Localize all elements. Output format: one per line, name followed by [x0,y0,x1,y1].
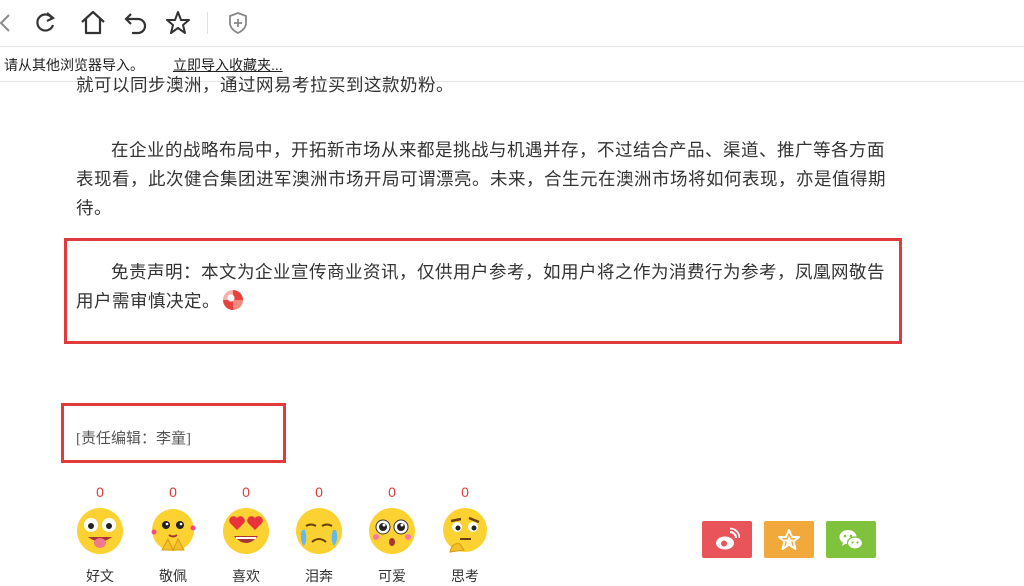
mood-tears[interactable]: 0 泪奔 [293,484,345,586]
import-favorites-link[interactable]: 立即导入收藏夹... [173,55,283,75]
mood-count: 0 [169,484,177,500]
article-paragraph: 在企业的战略布局中，开拓新市场从来都是挑战与机遇并存，不过结合产品、渠道、推广等… [76,140,886,218]
mood-count: 0 [315,484,323,500]
editor-credit: [责任编辑：李童] [76,431,191,447]
ifeng-logo-icon [223,290,243,310]
home-icon[interactable] [79,9,107,37]
mood-label: 可爱 [378,568,406,584]
admire-emoji-icon [151,509,196,552]
mood-cute[interactable]: 0 可爱 [366,484,418,586]
mood-count: 0 [388,484,396,500]
cute-emoji-icon [369,508,415,554]
thinking-emoji-icon [443,508,487,553]
star-icon[interactable] [164,9,192,37]
mood-like[interactable]: 0 喜欢 [220,484,272,586]
undo-icon[interactable] [122,9,150,37]
mood-count: 0 [96,484,104,500]
back-icon[interactable] [0,9,20,37]
mood-label: 泪奔 [305,568,333,584]
mood-good-article[interactable]: 0 好文 [74,484,126,586]
import-message: 请从其他浏览器导入。 [4,57,144,73]
share-favorite-button[interactable] [764,521,814,558]
wechat-icon [839,530,864,550]
mood-label: 思考 [451,568,479,584]
mood-label: 好文 [86,568,114,584]
share-wechat-button[interactable] [826,521,876,558]
weibo-icon [716,527,740,550]
disclaimer-paragraph: 免责声明：本文为企业宣传商业资讯，仅供用户参考，如用户将之作为消费行为参考，凤凰… [76,262,885,311]
tongue-emoji-icon [77,508,123,554]
crying-emoji-icon [296,508,342,554]
shield-plus-icon[interactable] [224,9,252,37]
refresh-icon[interactable] [31,9,59,37]
mood-thinking[interactable]: 0 思考 [439,484,491,586]
favorite-star-icon [778,529,800,550]
mood-count: 0 [242,484,250,500]
mood-count: 0 [461,484,469,500]
article-cut-line: 就可以同步澳洲，通过网易考拉买到这款奶粉。 [76,75,454,95]
mood-label: 敬佩 [159,568,187,584]
mood-label: 喜欢 [232,568,260,584]
mood-admire[interactable]: 0 敬佩 [147,484,199,586]
share-weibo-button[interactable] [702,521,752,558]
toolbar-separator [207,12,208,34]
browser-toolbar [0,0,1024,47]
heart-eyes-emoji-icon [223,508,269,554]
